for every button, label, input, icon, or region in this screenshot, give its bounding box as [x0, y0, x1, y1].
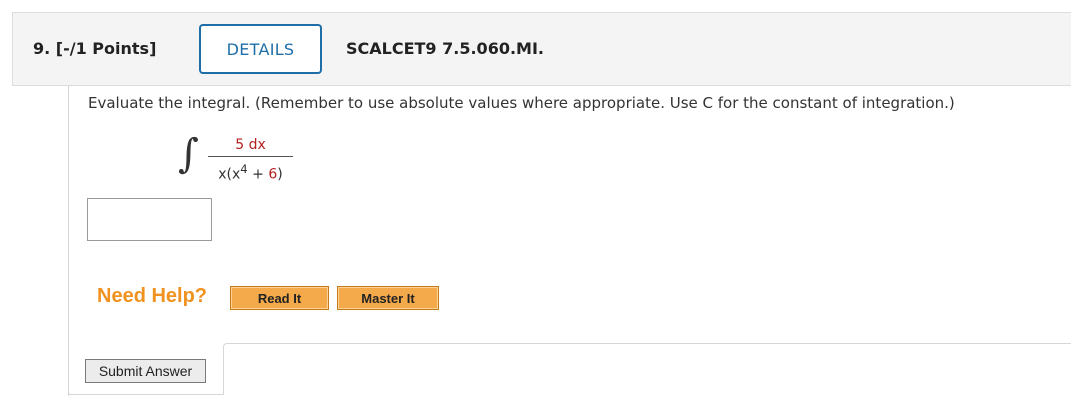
- question-prompt: Evaluate the integral. (Remember to use …: [88, 94, 955, 112]
- card-bottom-border: [68, 392, 224, 395]
- question-title: 9. [-/1 Points]: [33, 39, 156, 58]
- submit-answer-button[interactable]: Submit Answer: [85, 359, 206, 383]
- fraction-numerator: 5 dx: [208, 136, 293, 154]
- question-number: 9.: [33, 39, 51, 58]
- card-divider: [223, 343, 1071, 393]
- integrand-fraction: 5 dx x(x4 + 6): [208, 136, 293, 184]
- need-help-label: Need Help?: [97, 285, 208, 307]
- denominator-prefix: x(x: [218, 166, 241, 183]
- answer-input[interactable]: [87, 198, 212, 241]
- question-header: 9. [-/1 Points] DETAILS SCALCET9 7.5.060…: [12, 12, 1071, 86]
- denominator-plus: +: [247, 166, 269, 183]
- denominator-suffix: ): [277, 166, 283, 183]
- question-points: [-/1 Points]: [55, 39, 157, 58]
- denominator-exponent: 4: [240, 162, 248, 176]
- fraction-denominator: x(x4 + 6): [208, 160, 293, 184]
- fraction-bar: [208, 156, 293, 157]
- question-code: SCALCET9 7.5.060.MI.: [346, 39, 544, 58]
- numerator-text: 5 dx: [235, 137, 266, 153]
- details-button[interactable]: DETAILS: [199, 24, 322, 74]
- denominator-constant: 6: [268, 166, 278, 183]
- master-it-button[interactable]: Master It: [337, 286, 439, 310]
- read-it-button[interactable]: Read It: [230, 286, 329, 310]
- integral-sign: ∫: [178, 131, 199, 177]
